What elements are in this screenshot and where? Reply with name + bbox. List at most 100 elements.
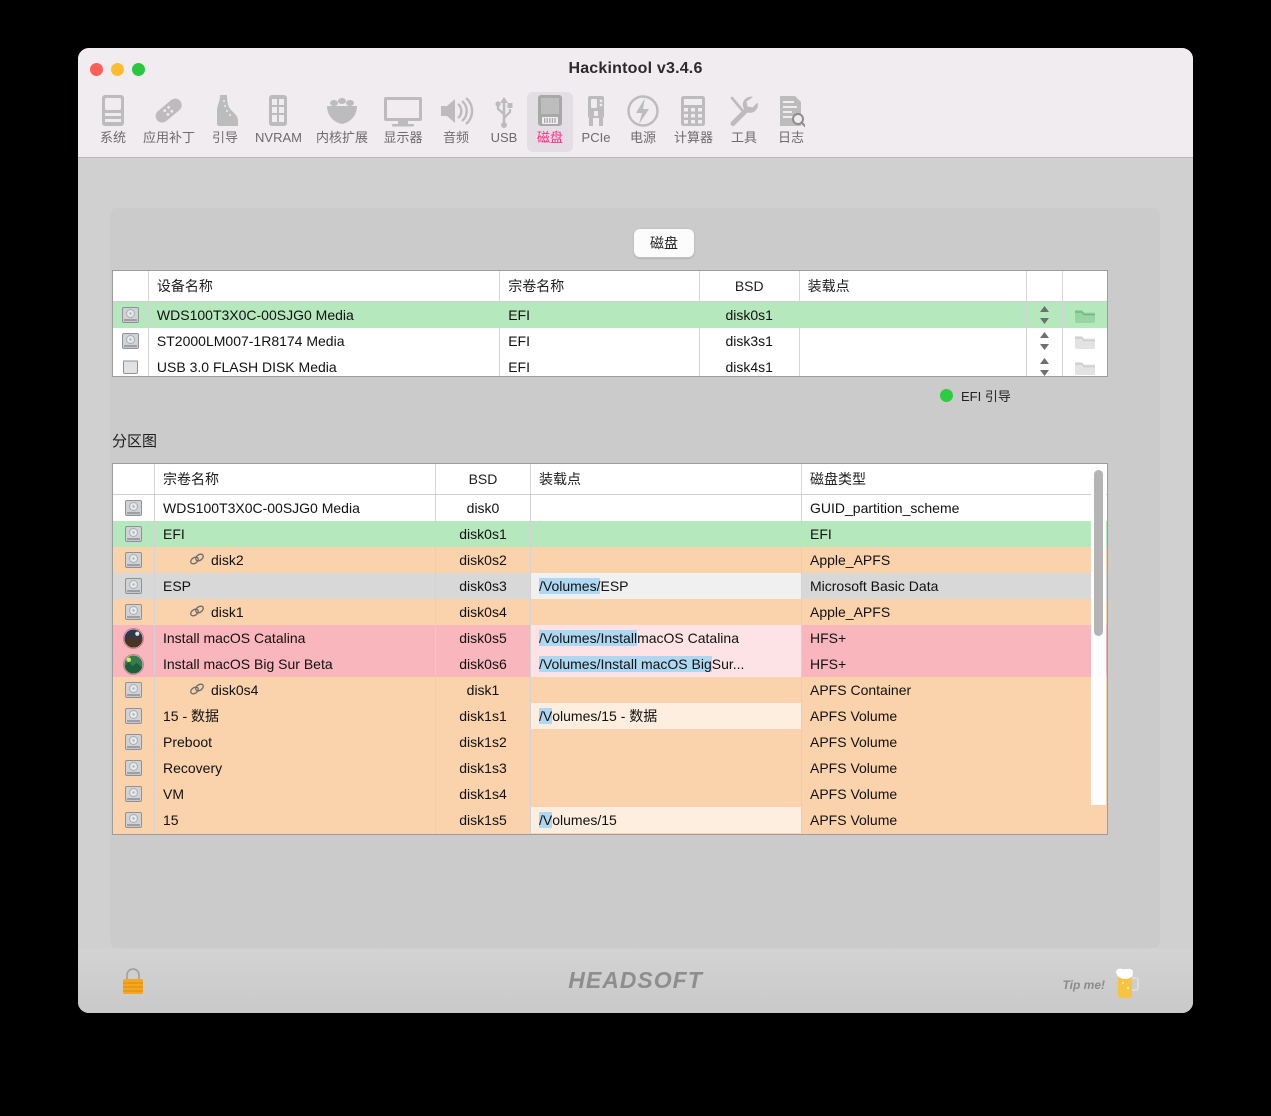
table-row[interactable]: WDS100T3X0C-00SJG0 Mediadisk0GUID_partit… [113, 495, 1107, 521]
mount-point[interactable]: /Volumes/15 [531, 807, 802, 833]
mount-point-highlight: /Volumes/ [539, 578, 600, 594]
tip-me-control[interactable]: Tip me! [1063, 965, 1141, 1004]
toolbar-item-kext[interactable]: 内核扩展 [309, 92, 375, 152]
table-row[interactable]: 15 - 数据disk1s1/Volumes/15 - 数据APFS Volum… [113, 703, 1107, 729]
toolbar-item-nvram[interactable]: NVRAM [248, 92, 309, 152]
volume-name: disk1 [155, 599, 436, 625]
mount-point[interactable] [531, 495, 802, 521]
disk-type: APFS Volume [802, 755, 1093, 781]
volume-name: disk0s2 [155, 833, 436, 835]
mount-point [800, 354, 1028, 377]
toolbar-item-audio[interactable]: 音频 [431, 92, 481, 152]
toolbar-item-display[interactable]: 显示器 [375, 92, 431, 152]
toolbar-item-pcie[interactable]: PCIe [573, 92, 619, 152]
tab-disk[interactable]: 磁盘 [633, 228, 695, 258]
mount-point-highlight: /V [539, 812, 552, 828]
mount-point[interactable] [531, 755, 802, 781]
tip-me-label: Tip me! [1063, 978, 1105, 992]
volume-name-text: Recovery [163, 760, 222, 776]
table-row[interactable]: USB 3.0 FLASH DISK Media EFI disk4s1 [113, 354, 1107, 377]
table-row[interactable]: VMdisk1s4APFS Volume [113, 781, 1107, 807]
volume-name: ESP [155, 573, 436, 599]
table-row[interactable]: 15disk1s5/Volumes/15APFS Volume [113, 807, 1107, 833]
mount-point[interactable] [531, 521, 802, 547]
toolbar-item-usb[interactable]: USB [481, 92, 527, 152]
toolbar-item-power[interactable]: 电源 [619, 92, 667, 152]
volume-name: Install macOS Big Sur Beta [155, 651, 436, 677]
toolbar-item-log[interactable]: 日志 [768, 92, 814, 152]
mount-point[interactable] [531, 781, 802, 807]
table-row[interactable]: disk0s2disk2APFS Container [113, 833, 1107, 835]
mount-point[interactable]: /Volumes/ESP [531, 573, 802, 599]
column-header-mount-toggle[interactable] [1027, 271, 1063, 301]
column-header-volume-name[interactable]: 宗卷名称 [155, 464, 436, 494]
content-area: 磁盘 设备名称 宗卷名称 BSD 装载点 WDS100T3X0C-00SJG0 [78, 158, 1193, 1013]
partition-table-body: WDS100T3X0C-00SJG0 Mediadisk0GUID_partit… [113, 495, 1107, 835]
disk-type: APFS Volume [802, 807, 1093, 833]
table-row[interactable]: EFIdisk0s1EFI [113, 521, 1107, 547]
folder-icon[interactable] [1063, 302, 1107, 328]
column-header-bsd[interactable]: BSD [436, 464, 531, 494]
table-row[interactable]: Install macOS Big Sur Betadisk0s6/Volume… [113, 651, 1107, 677]
beer-icon[interactable] [1113, 965, 1141, 1004]
column-header-device-name[interactable]: 设备名称 [149, 271, 500, 301]
bsd-name: disk4s1 [700, 354, 800, 377]
mount-point[interactable]: /Volumes/Install macOS Big Sur... [531, 651, 802, 677]
mount-point[interactable] [531, 599, 802, 625]
mount-point[interactable]: /Volumes/Install macOS Catalina [531, 625, 802, 651]
column-header-icon[interactable] [113, 464, 155, 494]
hdd-icon [113, 833, 155, 835]
toolbar-item-calculator[interactable]: 计算器 [667, 92, 720, 152]
volume-name-text: VM [163, 786, 184, 802]
table-row[interactable]: Prebootdisk1s2APFS Volume [113, 729, 1107, 755]
mount-point[interactable] [531, 833, 802, 835]
mount-point[interactable] [531, 729, 802, 755]
table-row[interactable]: disk1disk0s4Apple_APFS [113, 599, 1107, 625]
bigsur-icon [113, 651, 155, 677]
mount-point[interactable] [531, 547, 802, 573]
stepper-icon[interactable] [1027, 302, 1063, 328]
column-header-bsd[interactable]: BSD [700, 271, 800, 301]
column-header-icon[interactable] [113, 271, 149, 301]
section-title: 分区图 [112, 430, 157, 451]
volume-name: Install macOS Catalina [155, 625, 436, 651]
column-header-mount-point[interactable]: 装载点 [800, 271, 1028, 301]
table-row[interactable]: Recoverydisk1s3APFS Volume [113, 755, 1107, 781]
column-header-open[interactable] [1063, 271, 1107, 301]
column-header-mount-point[interactable]: 装载点 [531, 464, 802, 494]
partition-scrollbar[interactable] [1091, 464, 1106, 805]
table-row[interactable]: disk2disk0s2Apple_APFS [113, 547, 1107, 573]
usbdisk-icon [113, 354, 149, 377]
disk-icon [535, 92, 565, 130]
disk-type: Apple_APFS [802, 599, 1093, 625]
mount-point[interactable] [531, 677, 802, 703]
folder-icon[interactable] [1063, 328, 1107, 354]
log-search-icon [777, 92, 805, 130]
table-row[interactable]: WDS100T3X0C-00SJG0 Media EFI disk0s1 [113, 302, 1107, 328]
app-window: Hackintool v3.4.6 系统 应用补丁 引导 NVRAM [78, 48, 1193, 1013]
toolbar-item-system[interactable]: 系统 [90, 92, 136, 152]
folder-icon[interactable] [1063, 354, 1107, 377]
table-row[interactable]: ST2000LM007-1R8174 Media EFI disk3s1 [113, 328, 1107, 354]
lego-icon [322, 92, 362, 130]
toolbar-item-tools[interactable]: 工具 [720, 92, 768, 152]
toolbar-item-boot[interactable]: 引导 [202, 92, 248, 152]
table-row[interactable]: Install macOS Catalinadisk0s5/Volumes/In… [113, 625, 1107, 651]
partition-scrollbar-thumb[interactable] [1094, 470, 1103, 636]
stepper-icon[interactable] [1027, 354, 1063, 377]
bottom-bar: HEADSOFT Tip me! [78, 949, 1193, 1013]
stepper-icon[interactable] [1027, 328, 1063, 354]
column-header-disk-type[interactable]: 磁盘类型 [802, 464, 1093, 494]
hdd-icon [113, 328, 149, 354]
table-row[interactable]: ESPdisk0s3/Volumes/ESPMicrosoft Basic Da… [113, 573, 1107, 599]
mount-point-text: Sur... [712, 656, 745, 672]
mount-point[interactable]: /Volumes/15 - 数据 [531, 703, 802, 729]
wrench-icon [727, 92, 761, 130]
hdd-icon [113, 302, 149, 328]
status-dot-icon [940, 389, 953, 402]
table-row[interactable]: disk0s4disk1APFS Container [113, 677, 1107, 703]
toolbar-item-apppatch[interactable]: 应用补丁 [136, 92, 202, 152]
toolbar-item-disk[interactable]: 磁盘 [527, 92, 573, 152]
mount-point [800, 302, 1028, 328]
column-header-volume-name[interactable]: 宗卷名称 [500, 271, 700, 301]
